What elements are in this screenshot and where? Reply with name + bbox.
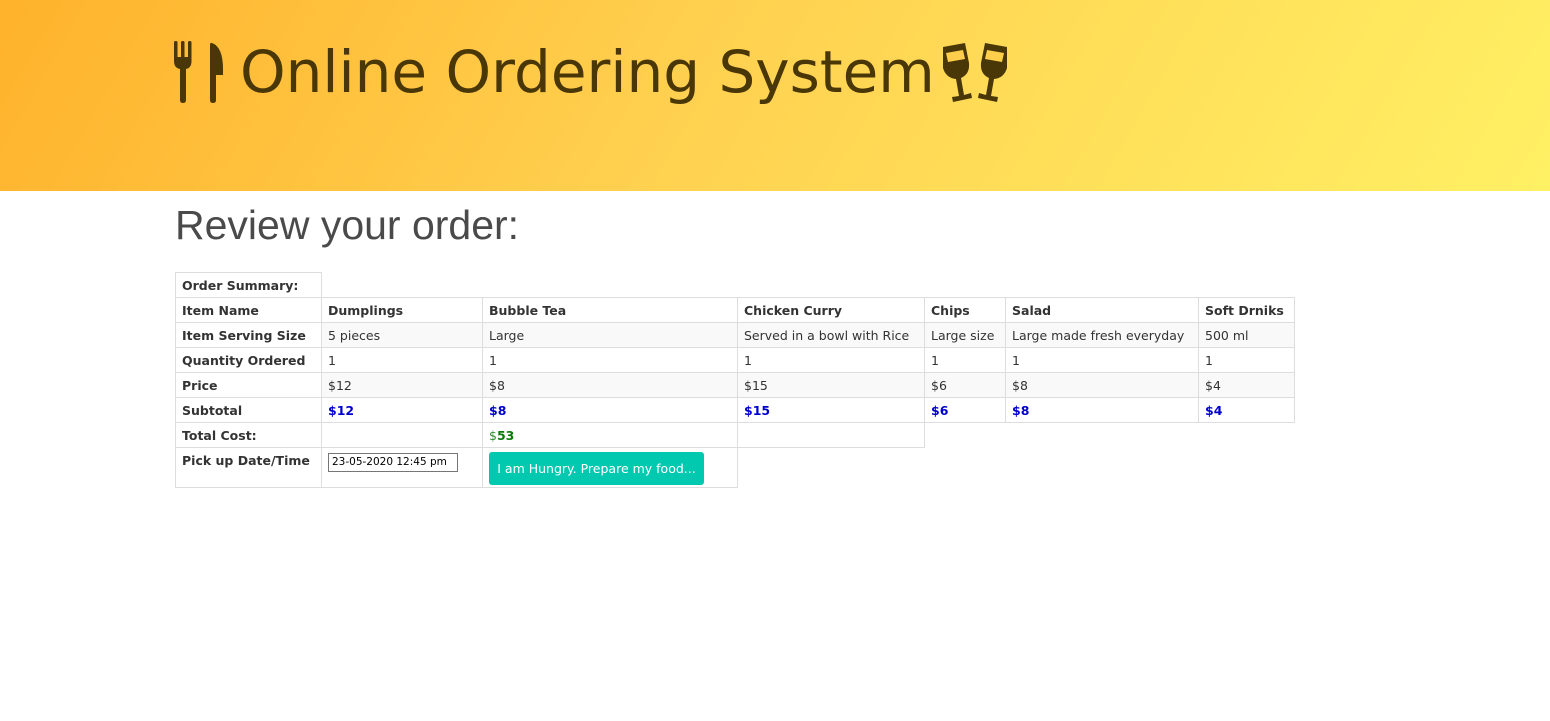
- order-summary-table: Order Summary: Item Name Dumplings Bubbl…: [175, 272, 1295, 488]
- quantity-row: Quantity Ordered 1 1 1 1 1 1: [175, 347, 1295, 373]
- price-row: Price $12 $8 $15 $6 $8 $4: [175, 372, 1295, 398]
- quantity-cell: 1: [482, 347, 738, 373]
- order-summary-label: Order Summary:: [175, 272, 322, 298]
- price-cell: $8: [482, 372, 738, 398]
- subtotal-cell: $4: [1198, 397, 1295, 423]
- item-name-cell: Chicken Curry: [737, 297, 925, 323]
- row-label: Subtotal: [175, 397, 322, 423]
- total-row: Total Cost: $53: [175, 422, 1295, 448]
- row-label: Item Name: [175, 297, 322, 323]
- quantity-cell: 1: [1005, 347, 1199, 373]
- page-title: Review your order:: [175, 202, 520, 248]
- summary-title-row: Order Summary:: [175, 272, 1295, 298]
- row-label: Item Serving Size: [175, 322, 322, 348]
- row-label: Quantity Ordered: [175, 347, 322, 373]
- submit-cell: I am Hungry. Prepare my food...: [482, 447, 738, 488]
- item-name-row: Item Name Dumplings Bubble Tea Chicken C…: [175, 297, 1295, 323]
- item-name-cell: Dumplings: [321, 297, 483, 323]
- subtotal-cell: $8: [1005, 397, 1199, 423]
- price-cell: $6: [924, 372, 1006, 398]
- price-cell: $15: [737, 372, 925, 398]
- quantity-cell: 1: [924, 347, 1006, 373]
- serving-size-cell: Served in a bowl with Rice: [737, 322, 925, 348]
- price-cell: $8: [1005, 372, 1199, 398]
- item-name-cell: Bubble Tea: [482, 297, 738, 323]
- pickup-datetime-input[interactable]: [328, 452, 458, 472]
- quantity-cell: 1: [321, 347, 483, 373]
- subtotal-cell: $8: [482, 397, 738, 423]
- pickup-row: Pick up Date/Time I am Hungry. Prepare m…: [175, 447, 1295, 488]
- price-cell: $4: [1198, 372, 1295, 398]
- serving-size-cell: Large size: [924, 322, 1006, 348]
- subtotal-cell: $6: [924, 397, 1006, 423]
- pickup-label: Pick up Date/Time: [175, 447, 322, 488]
- quantity-cell: 1: [737, 347, 925, 373]
- serving-size-row: Item Serving Size 5 pieces Large Served …: [175, 322, 1295, 348]
- total-label: Total Cost:: [175, 422, 322, 448]
- glass-cheers-icon: [937, 41, 1013, 103]
- serving-size-cell: 5 pieces: [321, 322, 483, 348]
- site-title-text: Online Ordering System: [240, 38, 935, 106]
- item-name-cell: Salad: [1005, 297, 1199, 323]
- serving-size-cell: 500 ml: [1198, 322, 1295, 348]
- serving-size-cell: Large: [482, 322, 738, 348]
- serving-size-cell: Large made fresh everyday: [1005, 322, 1199, 348]
- total-currency: $: [489, 427, 497, 443]
- pickup-input-cell: [321, 447, 483, 488]
- subtotal-cell: $15: [737, 397, 925, 423]
- utensils-icon: [172, 41, 226, 103]
- item-name-cell: Soft Drniks: [1198, 297, 1295, 323]
- total-spacer-cell: [321, 422, 483, 448]
- total-spacer-cell: [737, 422, 925, 448]
- site-title: Online Ordering System: [172, 32, 1013, 112]
- quantity-cell: 1: [1198, 347, 1295, 373]
- price-cell: $12: [321, 372, 483, 398]
- subtotal-row: Subtotal $12 $8 $15 $6 $8 $4: [175, 397, 1295, 423]
- header-banner: Online Ordering System: [0, 0, 1550, 191]
- row-label: Price: [175, 372, 322, 398]
- item-name-cell: Chips: [924, 297, 1006, 323]
- total-cost-cell: $53: [482, 422, 738, 448]
- subtotal-cell: $12: [321, 397, 483, 423]
- total-value: 53: [496, 427, 515, 443]
- prepare-food-button[interactable]: I am Hungry. Prepare my food...: [489, 452, 704, 485]
